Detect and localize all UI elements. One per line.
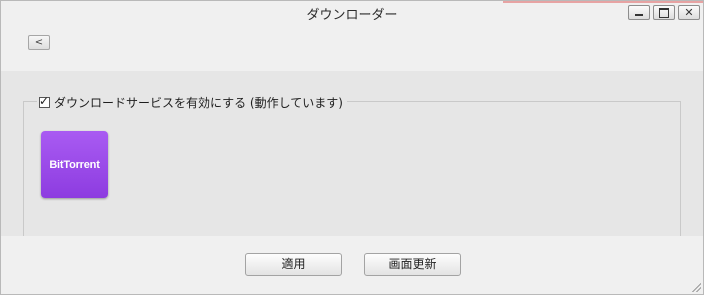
window-title: ダウンローダー — [306, 8, 398, 23]
enable-service-label[interactable]: ダウンロードサービスを有効にする (動作しています) — [54, 94, 343, 111]
title-bar: ダウンローダー ✕ — [1, 1, 703, 27]
close-icon: ✕ — [684, 6, 694, 19]
service-group-frame — [23, 101, 681, 236]
service-group-legend: ✓ ダウンロードサービスを有効にする (動作しています) — [37, 94, 347, 110]
resize-grip-icon[interactable] — [691, 282, 701, 292]
maximize-button[interactable] — [653, 5, 675, 20]
minimize-button[interactable] — [628, 5, 650, 20]
apply-button[interactable]: 適用 — [245, 253, 342, 276]
bittorrent-service-tile[interactable]: BitTorrent — [41, 131, 108, 198]
refresh-button[interactable]: 画面更新 — [364, 253, 461, 276]
back-button[interactable]: < — [28, 35, 50, 50]
maximize-icon — [654, 6, 674, 19]
enable-service-checkbox[interactable]: ✓ — [39, 93, 50, 108]
bittorrent-logo-text: BitTorrent — [49, 158, 100, 171]
downloader-window: ダウンローダー ✕ < ✓ ダウンロードサービスを有効にする (動作しています)… — [0, 0, 704, 295]
checkmark-icon: ✓ — [39, 93, 50, 108]
close-button[interactable]: ✕ — [678, 5, 700, 20]
minimize-icon — [629, 6, 649, 19]
